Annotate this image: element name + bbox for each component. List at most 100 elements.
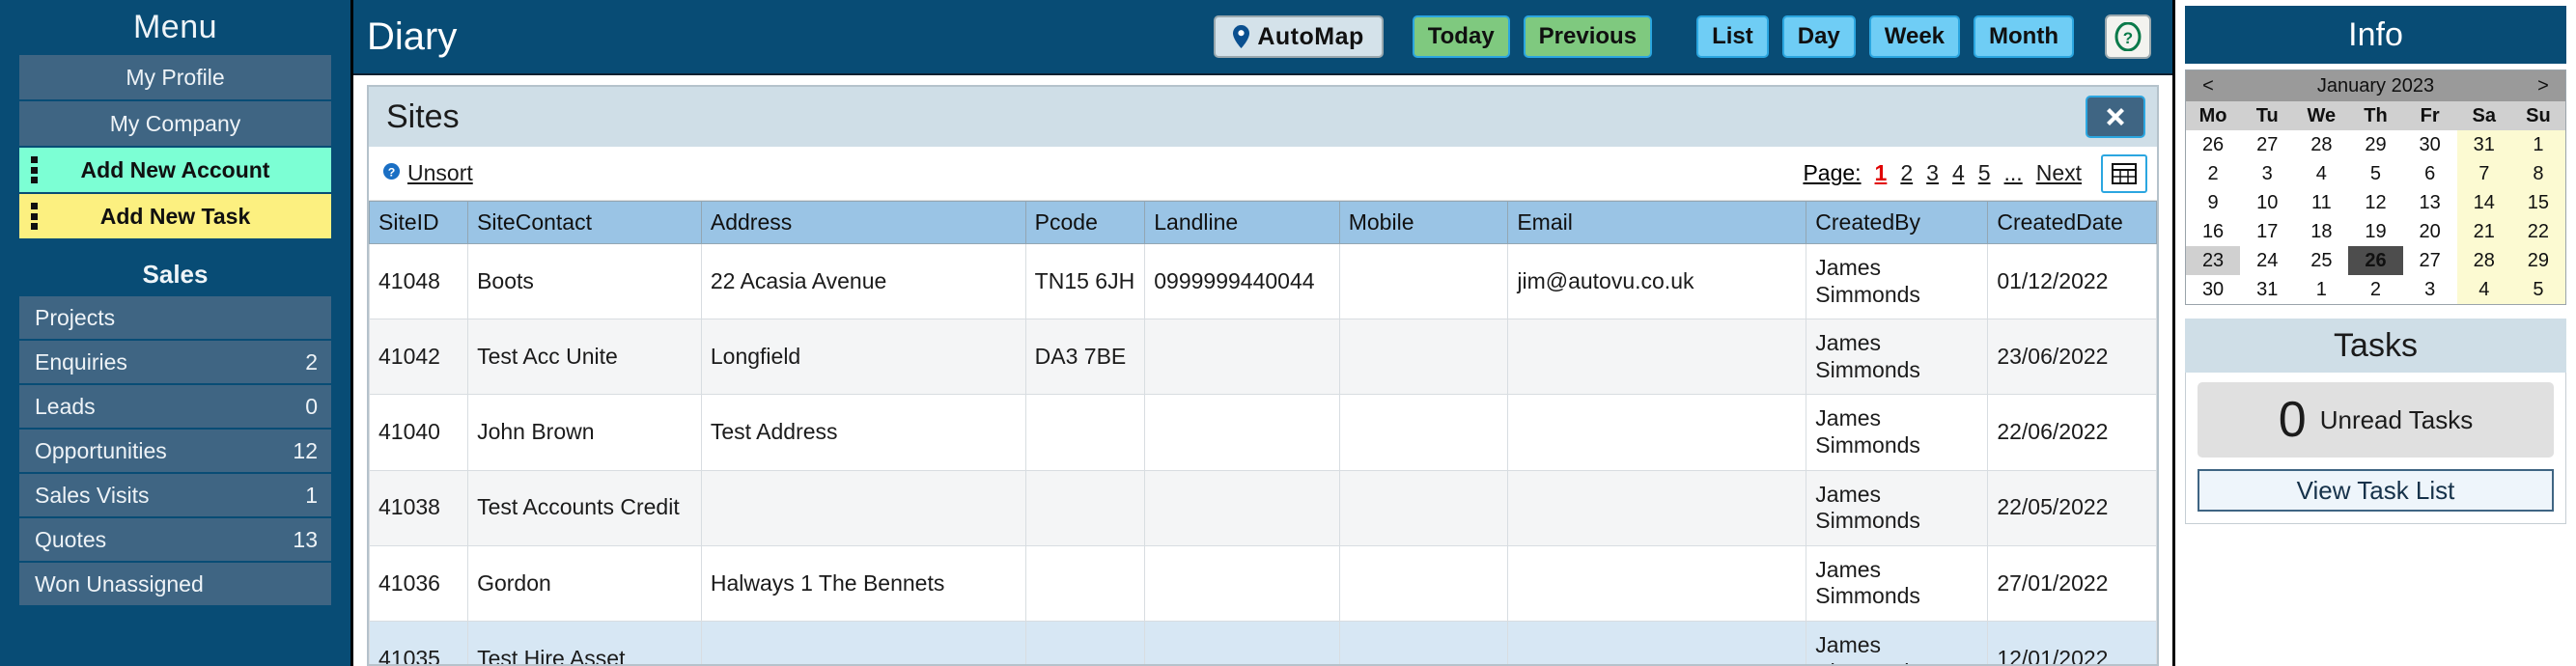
calendar-day[interactable]: 26 xyxy=(2186,130,2241,159)
view-task-list-button[interactable]: View Task List xyxy=(2198,469,2554,512)
column-header-address[interactable]: Address xyxy=(700,201,1026,244)
column-header-mobile[interactable]: Mobile xyxy=(1338,201,1509,244)
column-header-createdby[interactable]: CreatedBy xyxy=(1806,201,1989,244)
cell-landline xyxy=(1144,319,1340,396)
calendar-day[interactable]: 3 xyxy=(2240,159,2295,188)
calendar-day[interactable]: 4 xyxy=(2456,275,2511,304)
calendar-day[interactable]: 11 xyxy=(2294,188,2349,217)
pagination-next[interactable]: Next xyxy=(2036,160,2082,186)
calendar-weekday-su: Su xyxy=(2510,101,2565,130)
calendar-day[interactable]: 30 xyxy=(2402,130,2457,159)
cell-createdby: James Simmonds xyxy=(1806,242,1989,320)
pagination-page-3[interactable]: 3 xyxy=(1926,160,1939,186)
calendar-day[interactable]: 18 xyxy=(2294,217,2349,246)
calendar-weekday-we: We xyxy=(2294,101,2349,130)
sidebar-item-opportunities[interactable]: Opportunities 12 xyxy=(19,430,331,472)
calendar-day[interactable]: 7 xyxy=(2456,159,2511,188)
calendar-day[interactable]: 14 xyxy=(2456,188,2511,217)
pagination-page-...[interactable]: ... xyxy=(2004,160,2023,186)
calendar-day[interactable]: 29 xyxy=(2348,130,2403,159)
calendar-day[interactable]: 29 xyxy=(2510,246,2565,275)
table-row[interactable]: 41042 Test Acc Unite Longfield DA3 7BE James… xyxy=(369,319,2157,396)
calendar-day[interactable]: 21 xyxy=(2456,217,2511,246)
sidebar-button-my-company[interactable]: My Company xyxy=(19,101,331,146)
calendar-day[interactable]: 31 xyxy=(2240,275,2295,304)
sidebar-item-projects[interactable]: Projects xyxy=(19,296,331,339)
calendar-day[interactable]: 26 xyxy=(2348,246,2403,275)
calendar-day[interactable]: 5 xyxy=(2348,159,2403,188)
cell-createddate: 23/06/2022 xyxy=(1987,319,2157,396)
column-header-siteid[interactable]: SiteID xyxy=(369,201,469,244)
grid-view-button[interactable] xyxy=(2101,153,2147,193)
calendar-day[interactable]: 16 xyxy=(2186,217,2241,246)
pagination-page-5[interactable]: 5 xyxy=(1978,160,1991,186)
calendar-day[interactable]: 27 xyxy=(2240,130,2295,159)
tasks-title: Tasks xyxy=(2185,319,2566,373)
column-header-landline[interactable]: Landline xyxy=(1144,201,1340,244)
sidebar-item-won-unassigned[interactable]: Won Unassigned xyxy=(19,563,331,605)
sidebar-button-add-new-account[interactable]: Add New Account xyxy=(19,148,331,192)
cell-landline: 0999999440044 xyxy=(1144,242,1340,320)
pagination-page-1[interactable]: 1 xyxy=(1875,160,1888,186)
calendar-day[interactable]: 12 xyxy=(2348,188,2403,217)
sidebar-item-quotes[interactable]: Quotes 13 xyxy=(19,518,331,561)
table-row[interactable]: 41048 Boots 22 Acasia Avenue TN15 6JH 099999… xyxy=(369,242,2157,320)
column-header-email[interactable]: Email xyxy=(1507,201,1807,244)
calendar-day[interactable]: 8 xyxy=(2510,159,2565,188)
sidebar-item-leads[interactable]: Leads 0 xyxy=(19,385,331,428)
tab-day[interactable]: Day xyxy=(1781,15,1856,58)
calendar-day[interactable]: 1 xyxy=(2294,275,2349,304)
unsort-control[interactable]: ? Unsort xyxy=(382,160,473,186)
automap-button[interactable]: AutoMap xyxy=(1214,15,1384,58)
calendar-day[interactable]: 17 xyxy=(2240,217,2295,246)
tab-week[interactable]: Week xyxy=(1868,15,1961,58)
drag-handle-icon[interactable] xyxy=(29,156,39,183)
pagination-page-4[interactable]: 4 xyxy=(1952,160,1965,186)
sidebar-item-enquiries[interactable]: Enquiries 2 xyxy=(19,341,331,383)
calendar-day[interactable]: 30 xyxy=(2186,275,2241,304)
calendar-day[interactable]: 15 xyxy=(2510,188,2565,217)
calendar-day[interactable]: 6 xyxy=(2402,159,2457,188)
sidebar-button-add-new-task[interactable]: Add New Task xyxy=(19,194,331,238)
today-button[interactable]: Today xyxy=(1412,15,1510,58)
pagination-page-2[interactable]: 2 xyxy=(1900,160,1913,186)
table-row[interactable]: 41040 John Brown Test Address James Simmond… xyxy=(369,394,2157,471)
calendar-day[interactable]: 20 xyxy=(2402,217,2457,246)
calendar-day[interactable]: 9 xyxy=(2186,188,2241,217)
calendar-next-icon[interactable]: > xyxy=(2533,75,2554,97)
sites-table-container[interactable]: SiteID SiteContact Address Pcode Landline Mob… xyxy=(369,201,2157,664)
close-panel-button[interactable] xyxy=(2086,96,2145,138)
calendar-day[interactable]: 1 xyxy=(2510,130,2565,159)
unsort-link[interactable]: Unsort xyxy=(407,160,473,186)
calendar-day[interactable]: 28 xyxy=(2294,130,2349,159)
sidebar-item-sales-visits[interactable]: Sales Visits 1 xyxy=(19,474,331,516)
table-row[interactable]: 41036 Gordon Halways 1 The Bennets James Si… xyxy=(369,544,2157,622)
calendar-day[interactable]: 23 xyxy=(2186,246,2241,275)
calendar-day[interactable]: 31 xyxy=(2456,130,2511,159)
calendar-day[interactable]: 2 xyxy=(2348,275,2403,304)
drag-handle-icon[interactable] xyxy=(29,203,39,230)
calendar-day[interactable]: 27 xyxy=(2402,246,2457,275)
calendar-day[interactable]: 4 xyxy=(2294,159,2349,188)
column-header-createddate[interactable]: CreatedDate xyxy=(1987,201,2157,244)
previous-button[interactable]: Previous xyxy=(1523,15,1653,58)
calendar-day[interactable]: 10 xyxy=(2240,188,2295,217)
calendar-day[interactable]: 24 xyxy=(2240,246,2295,275)
help-button[interactable]: ? xyxy=(2105,14,2151,59)
calendar-prev-icon[interactable]: < xyxy=(2198,75,2219,97)
sidebar-button-my-profile[interactable]: My Profile xyxy=(19,55,331,99)
table-row[interactable]: 41038 Test Accounts Credit James Simmonds 2… xyxy=(369,469,2157,546)
calendar-day[interactable]: 3 xyxy=(2402,275,2457,304)
table-row[interactable]: 41035Test Hire Asset James Simmonds12/01/… xyxy=(369,620,2157,664)
calendar-day[interactable]: 5 xyxy=(2510,275,2565,304)
column-header-sitecontact[interactable]: SiteContact xyxy=(467,201,702,244)
calendar-day[interactable]: 22 xyxy=(2510,217,2565,246)
calendar-day[interactable]: 25 xyxy=(2294,246,2349,275)
calendar-day[interactable]: 2 xyxy=(2186,159,2241,188)
tab-month[interactable]: Month xyxy=(1974,15,2074,58)
calendar-day[interactable]: 19 xyxy=(2348,217,2403,246)
column-header-pcode[interactable]: Pcode xyxy=(1024,201,1146,244)
calendar-day[interactable]: 13 xyxy=(2402,188,2457,217)
calendar-day[interactable]: 28 xyxy=(2456,246,2511,275)
tab-list[interactable]: List xyxy=(1696,15,1769,58)
